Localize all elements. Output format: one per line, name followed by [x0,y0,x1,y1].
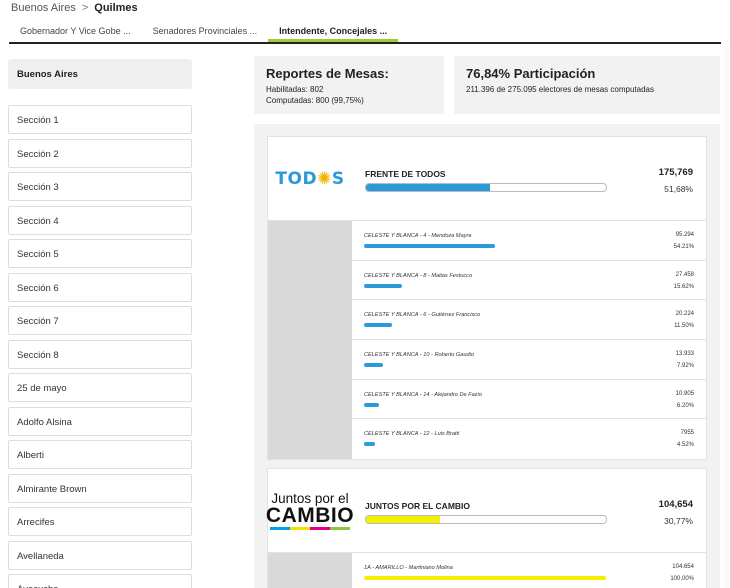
logo-text-line1: Juntos por el [271,490,349,506]
sidebar-item-seccion-2[interactable]: Sección 2 [8,138,192,168]
candidate-list-sidebar [268,553,352,588]
category-tabs: Gobernador Y Vice Gobe ... Senadores Pro… [9,19,721,44]
sidebar-item-seccion-8[interactable]: Sección 8 [8,339,192,369]
candidate-name: CELESTE Y BLANCA - 4 - Mendoza Mayra [364,233,472,239]
candidate-percentage: 7.92% [676,363,694,370]
party-name: FRENTE DE TODOS [365,169,446,179]
sidebar-item-almirante-brown[interactable]: Almirante Brown [8,473,192,503]
sidebar-item-seccion-7[interactable]: Sección 7 [8,306,192,335]
party-progress-bar [365,183,607,192]
sidebar: Buenos Aires Sección 1 Sección 2 Sección… [8,59,192,588]
sidebar-header[interactable]: Buenos Aires [8,59,192,89]
sidebar-item-seccion-4[interactable]: Sección 4 [8,205,192,235]
candidate-votes: 7955 [680,430,694,437]
sidebar-item-seccion-3[interactable]: Sección 3 [8,172,192,201]
candidate-row: CELESTE Y BLANCA - 14 - Alejandro De Faz… [352,380,706,420]
juntos-por-el-cambio-logo: Juntos por el CAMBIO [265,469,355,553]
page-scrollbar[interactable] [724,46,730,588]
logo-text-tail: S [331,169,345,189]
mesas-computadas: Computadas: 800 (99,75%) [266,96,364,105]
party-votes: 104,654 [658,499,693,510]
party-percentage: 51,68% [664,184,693,194]
party-card-juntos-por-el-cambio: Juntos por el CAMBIO JUNTOS POR EL CAMBI… [265,468,707,588]
party-progress-bar [365,515,607,524]
mesas-title: Reportes de Mesas: [266,66,389,81]
candidate-bar [364,244,495,248]
candidate-row: CELESTE Y BLANCA - 10 - Roberto Gaudio 1… [352,340,706,380]
candidate-percentage: 4.52% [676,442,694,449]
mesas-card: Reportes de Mesas: Habilitadas: 802 Comp… [254,56,444,114]
candidate-list: CELESTE Y BLANCA - 4 - Mendoza Mayra 95.… [268,221,706,460]
candidate-votes: 27.458 [675,271,694,278]
breadcrumb: Buenos Aires > Quilmes [11,1,138,15]
candidate-name: CELESTE Y BLANCA - 6 - Gutiérrez Francis… [364,312,481,319]
party-card-frente-de-todos: TOD✺S FRENTE DE TODOS 175,769 51,68% CEL… [267,136,707,461]
sidebar-item-seccion-6[interactable]: Sección 6 [8,272,192,302]
candidate-list: 1A - AMARILLO - Martiniano Molina 104.65… [268,553,706,588]
candidate-votes: 13.933 [675,351,694,358]
party-percentage: 30,77% [664,516,693,526]
candidate-bar [364,323,392,328]
candidate-bar [364,402,379,407]
candidate-bar [364,442,375,447]
breadcrumb-current: Quilmes [94,2,138,14]
tab-intendente[interactable]: Intendente, Concejales ... [268,19,399,42]
participacion-title: 76,84% Participación [466,66,596,81]
sidebar-item-avellaneda[interactable]: Avellaneda [8,540,192,570]
candidate-name: 1A - AMARILLO - Martiniano Molina [364,565,453,571]
frente-de-todos-logo: TOD✺S [268,137,352,221]
candidate-votes: 10.905 [675,390,694,397]
candidate-votes: 20.224 [675,311,694,318]
candidate-bar [364,283,402,288]
logo-text-main: TOD [275,169,318,189]
party-progress-fill [366,184,491,191]
participacion-card: 76,84% Participación 211.396 de 275.095 … [454,56,720,114]
tab-gobernador[interactable]: Gobernador Y Vice Gobe ... [9,19,142,42]
tab-senadores[interactable]: Senadores Provinciales ... [142,19,269,42]
candidate-name: CELESTE Y BLANCA - 14 - Alejandro De Faz… [364,391,482,398]
candidate-row: CELESTE Y BLANCA - 8 - Matias Festucco 2… [352,261,706,301]
sidebar-list: Sección 1 Sección 2 Sección 3 Sección 4 … [8,105,192,588]
sidebar-item-alberti[interactable]: Alberti [8,440,192,469]
candidate-percentage: 15.62% [673,283,694,290]
party-name: JUNTOS POR EL CAMBIO [365,501,471,511]
candidate-percentage: 6.20% [676,402,694,409]
party-header: Juntos por el CAMBIO JUNTOS POR EL CAMBI… [265,469,706,553]
participacion-detail: 211.396 de 275.095 electores de mesas co… [466,85,654,94]
candidate-row: CELESTE Y BLANCA - 6 - Gutiérrez Francis… [352,300,706,341]
candidate-bar [364,363,383,368]
candidate-bar [364,576,606,580]
candidate-name: CELESTE Y BLANCA - 10 - Roberto Gaudio [364,352,474,359]
mesas-habilitadas: Habilitadas: 802 [266,85,324,94]
candidate-row: CELESTE Y BLANCA - 4 - Mendoza Mayra 95.… [352,221,706,261]
party-progress-fill [366,516,440,523]
candidate-votes: 104.654 [672,564,694,570]
logo-stripe [270,527,350,531]
sidebar-item-seccion-5[interactable]: Sección 5 [8,239,192,268]
sidebar-item-25-de-mayo[interactable]: 25 de mayo [8,373,192,402]
candidate-votes: 95.294 [675,232,694,238]
candidate-list-sidebar [268,221,352,460]
sidebar-item-ayacucho[interactable]: Ayacucho [8,574,192,588]
results-panel: TOD✺S FRENTE DE TODOS 175,769 51,68% CEL… [254,124,720,588]
sidebar-item-arrecifes[interactable]: Arrecifes [8,507,192,536]
party-votes: 175,769 [658,167,693,178]
candidate-row: 1A - AMARILLO - Martiniano Molina 104.65… [352,553,706,588]
sidebar-item-adolfo-alsina[interactable]: Adolfo Alsina [8,406,192,436]
logo-text-line2: CAMBIO [265,504,355,528]
candidate-row: CELESTE Y BLANCA - 12 - Luis Bratti 7955… [352,419,706,459]
candidate-name: CELESTE Y BLANCA - 12 - Luis Bratti [364,431,460,438]
candidate-percentage: 54.21% [673,244,694,250]
sidebar-item-seccion-1[interactable]: Sección 1 [8,105,192,134]
candidate-percentage: 100.00% [670,576,694,582]
candidate-percentage: 11.50% [674,323,694,330]
breadcrumb-root[interactable]: Buenos Aires [11,2,76,14]
sun-icon: ✺ [317,169,332,189]
candidate-name: CELESTE Y BLANCA - 8 - Matias Festucco [364,272,473,279]
breadcrumb-separator: > [81,2,89,14]
party-header: TOD✺S FRENTE DE TODOS 175,769 51,68% [268,137,706,221]
